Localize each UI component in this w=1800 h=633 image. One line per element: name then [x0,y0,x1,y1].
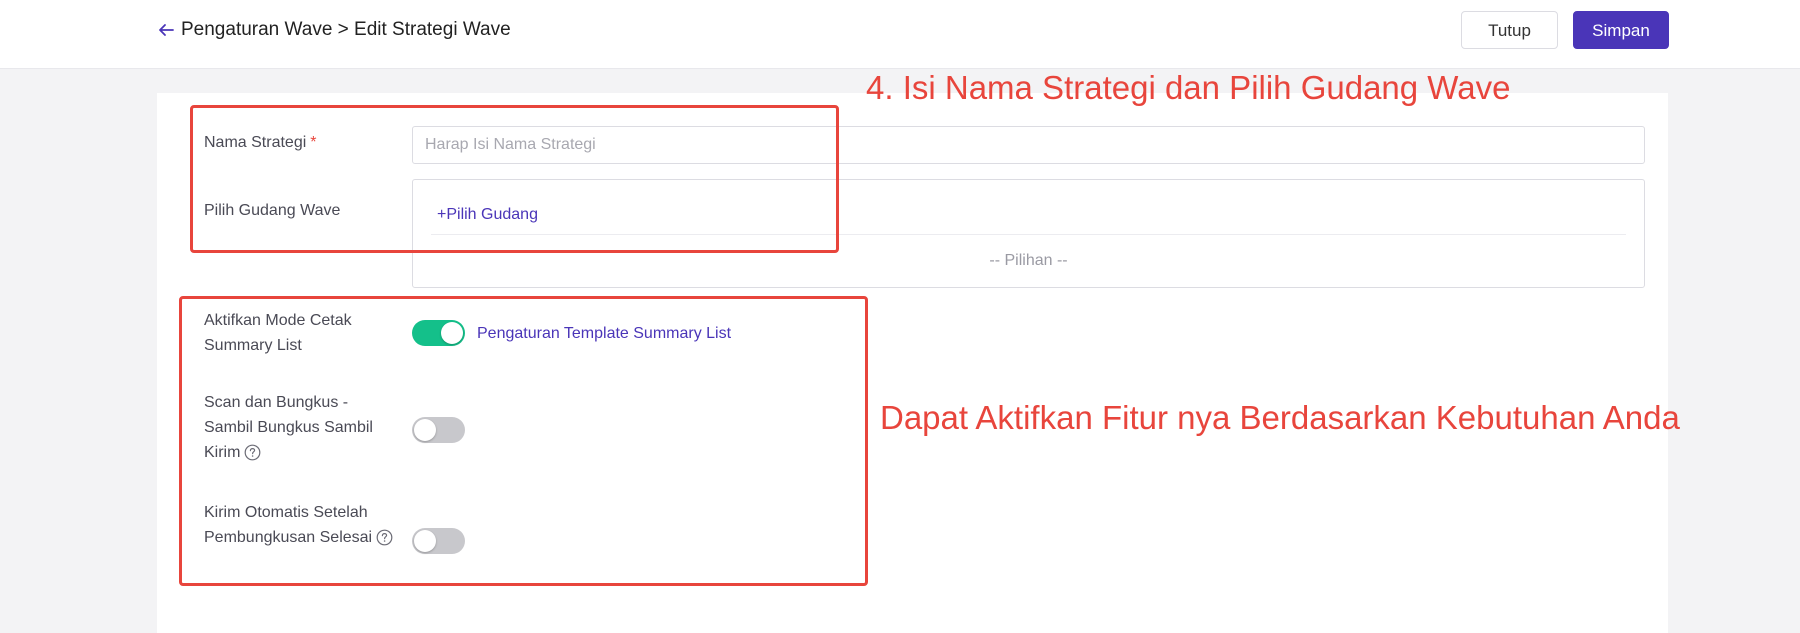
top-bar: Pengaturan Wave > Edit Strategi Wave Tut… [0,0,1800,69]
arrow-left-icon[interactable] [156,20,176,40]
warehouse-empty-placeholder: -- Pilihan -- [989,252,1068,269]
close-button[interactable]: Tutup [1461,11,1558,49]
annotation-feature-text: Dapat Aktifkan Fitur nya Berdasarkan Keb… [880,399,1680,436]
annotation-box-step [190,105,839,253]
annotation-step-text: 4. Isi Nama Strategi dan Pilih Gudang Wa… [866,69,1511,106]
save-button[interactable]: Simpan [1573,11,1669,49]
page-title: Pengaturan Wave > Edit Strategi Wave [181,19,511,40]
annotation-box-features [179,296,868,586]
